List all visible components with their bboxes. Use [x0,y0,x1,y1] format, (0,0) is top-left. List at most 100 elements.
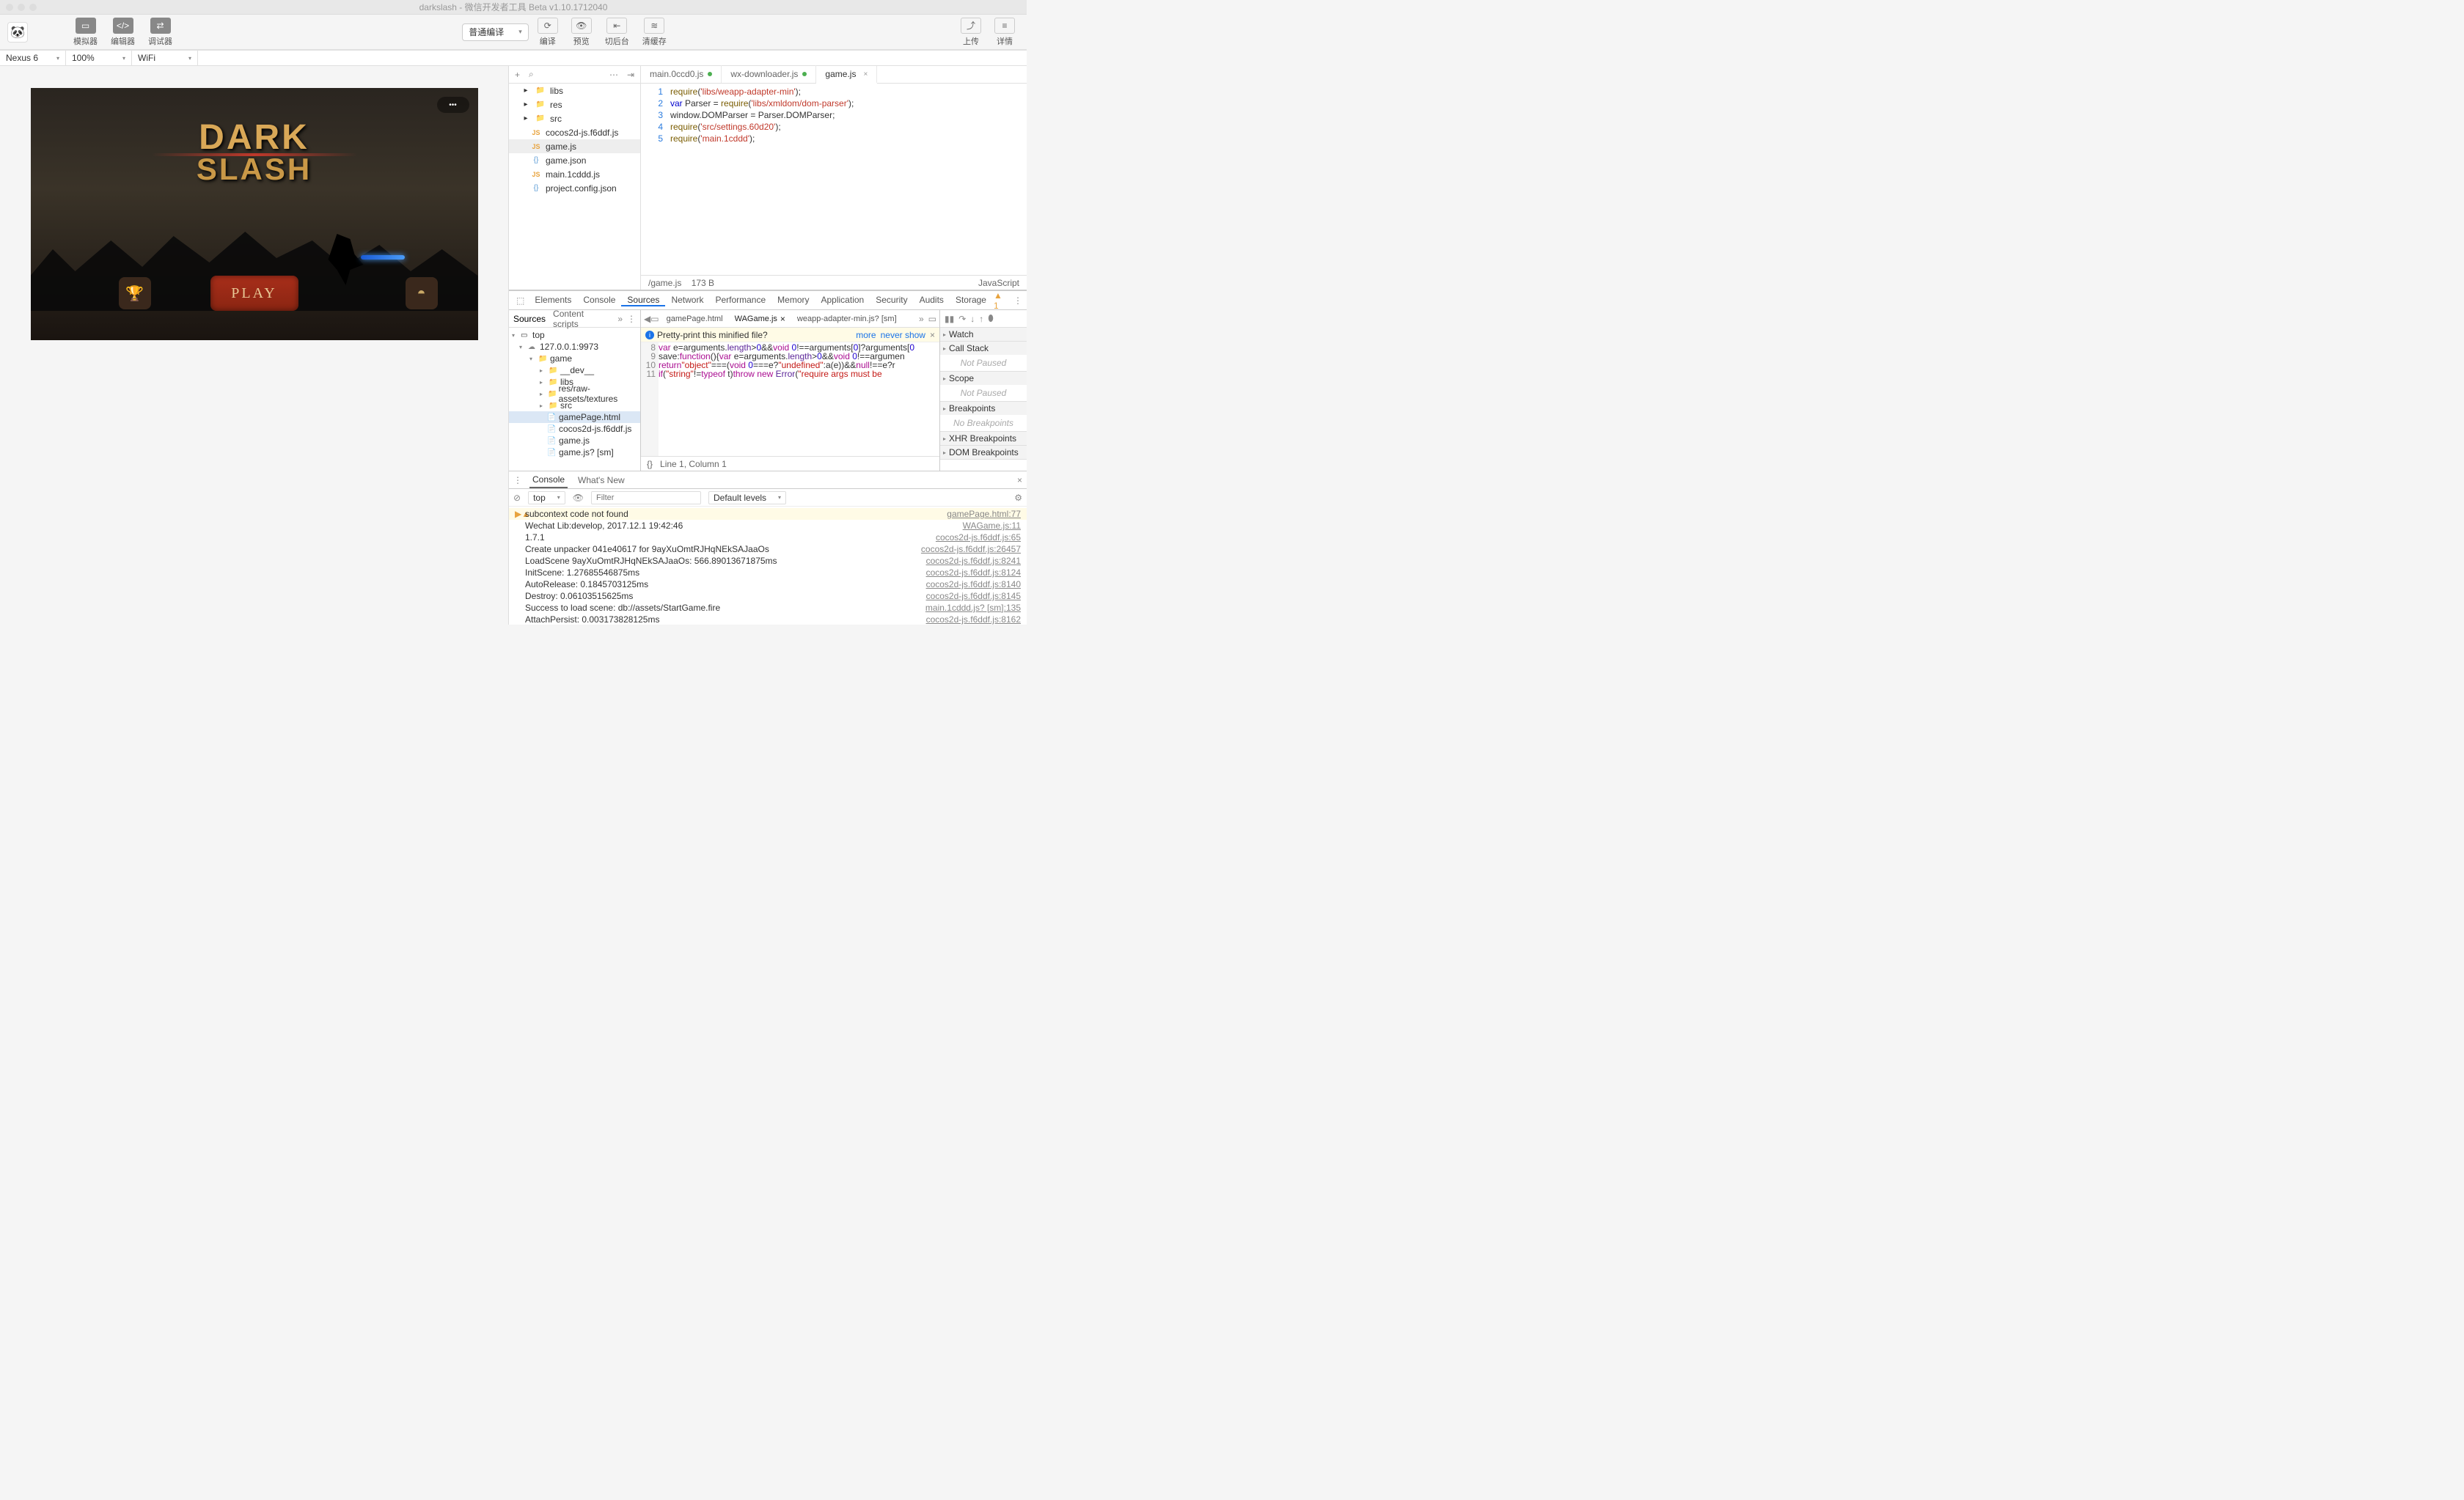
tree-file[interactable]: 📄gamePage.html [509,411,640,423]
devtools-tab-console[interactable]: Console [577,295,621,305]
log-row[interactable]: LoadScene 9ayXuOmtRJHqNEkSAJaaOs: 566.89… [509,555,1027,567]
maximize-dot[interactable] [29,4,37,11]
details-button[interactable]: ≡详情 [990,18,1019,47]
context-select[interactable]: top [528,491,565,504]
devtools-tab-audits[interactable]: Audits [914,295,950,305]
pretty-more-link[interactable]: more [856,330,876,340]
sources-tree[interactable]: ▾▭top ▾☁127.0.0.1:9973 ▾📁game ▸📁__dev__▸… [509,328,640,471]
compile-button[interactable]: ⟳编译 [533,18,562,47]
game-menu-button[interactable]: ••• [437,97,469,113]
collapse-icon[interactable]: ⇥ [627,70,634,80]
close-dot[interactable] [6,4,13,11]
step-over-icon[interactable]: ↷ [958,314,966,324]
source-file-tab[interactable]: gamePage.html [661,312,729,326]
background-button[interactable]: ⇤切后台 [601,18,634,47]
devtools-tab-elements[interactable]: Elements [529,295,577,305]
scope-section[interactable]: Scope [940,372,1027,385]
log-source-link[interactable]: main.1cddd.js? [sm]:135 [925,603,1021,613]
minimize-dot[interactable] [18,4,25,11]
devtools-tab-security[interactable]: Security [870,295,913,305]
eye-icon[interactable]: 👁 [573,493,584,503]
levels-select[interactable]: Default levels [708,491,786,504]
step-out-icon[interactable]: ↑ [979,314,983,324]
watch-section[interactable]: Watch [940,328,1027,341]
game-screen[interactable]: DARK SLASH PLAY 🏆 ◓ ••• [31,88,478,340]
trophy-button[interactable]: 🏆 [119,277,151,309]
more-icon[interactable]: ⋯ [609,70,618,80]
log-row[interactable]: AutoRelease: 0.1845703125mscocos2d-js.f6… [509,578,1027,590]
log-row[interactable]: Success to load scene: db://assets/Start… [509,602,1027,614]
compile-mode-select[interactable]: 普通编译 [462,23,529,41]
devtools-tab-performance[interactable]: Performance [709,295,771,305]
callstack-section[interactable]: Call Stack [940,342,1027,355]
log-source-link[interactable]: cocos2d-js.f6ddf.js:65 [936,532,1021,543]
zoom-select[interactable]: 100% [66,51,132,65]
tree-file[interactable]: 📄game.js? [sm] [509,446,640,458]
log-source-link[interactable]: cocos2d-js.f6ddf.js:8241 [926,556,1021,566]
close-icon[interactable]: × [930,330,935,340]
log-source-link[interactable]: gamePage.html:77 [947,509,1021,519]
app-logo[interactable]: 🐼 [7,22,28,43]
shield-button[interactable]: ◓ [406,277,438,309]
log-row[interactable]: Destroy: 0.06103515625mscocos2d-js.f6ddf… [509,590,1027,602]
editor-tab[interactable]: game.js× [816,66,877,84]
tree-file[interactable]: 📄game.js [509,435,640,446]
breakpoints-section[interactable]: Breakpoints [940,402,1027,415]
step-into-icon[interactable]: ↓ [970,314,975,324]
inspect-icon[interactable]: ⬚ [513,295,527,306]
preview-button[interactable]: 👁预览 [567,18,596,47]
log-source-link[interactable]: cocos2d-js.f6ddf.js:8124 [926,567,1021,578]
log-row[interactable]: Create unpacker 041e40617 for 9ayXuOmtRJ… [509,543,1027,555]
debugger-button[interactable]: ⇄调试器 [144,18,177,47]
chevron-icon[interactable]: » [919,314,924,324]
devtools-more-icon[interactable]: ⋮ [1013,295,1022,306]
console-log[interactable]: ▶▲subcontext code not foundgamePage.html… [509,507,1027,625]
device-select[interactable]: Nexus 6 [0,51,66,65]
log-source-link[interactable]: cocos2d-js.f6ddf.js:26457 [921,544,1021,554]
folder-item[interactable]: ▸📁libs [509,84,640,98]
dom-breakpoints-section[interactable]: DOM Breakpoints [940,446,1027,459]
log-row[interactable]: 1.7.1cocos2d-js.f6ddf.js:65 [509,532,1027,543]
add-file-icon[interactable]: + [515,70,520,80]
close-icon[interactable]: × [1017,475,1022,485]
close-icon[interactable]: × [863,70,868,78]
sources-code[interactable]: 891011 var e=arguments.length>0&&void 0!… [641,342,939,456]
simulator-button[interactable]: ▭模拟器 [69,18,102,47]
file-item[interactable]: {}project.config.json [509,181,640,195]
chevron-icon[interactable]: » [617,314,623,324]
upload-button[interactable]: ⤴上传 [956,18,986,47]
sources-subtab[interactable]: Sources [513,314,546,324]
log-source-link[interactable]: cocos2d-js.f6ddf.js:8162 [926,614,1021,625]
content-scripts-subtab[interactable]: Content scripts [553,309,610,329]
devtools-tab-application[interactable]: Application [815,295,870,305]
log-row[interactable]: ▶▲subcontext code not foundgamePage.html… [509,508,1027,520]
log-row[interactable]: AttachPersist: 0.003173828125mscocos2d-j… [509,614,1027,625]
log-source-link[interactable]: WAGame.js:11 [963,521,1021,531]
clear-cache-button[interactable]: ≋清缓存 [638,18,671,47]
log-source-link[interactable]: cocos2d-js.f6ddf.js:8145 [926,591,1021,601]
log-source-link[interactable]: cocos2d-js.f6ddf.js:8140 [926,579,1021,589]
xhr-breakpoints-section[interactable]: XHR Breakpoints [940,432,1027,445]
search-icon[interactable]: ⌕ [529,69,534,80]
deactivate-icon[interactable]: ⬮ [988,313,994,324]
devtools-tab-network[interactable]: Network [665,295,709,305]
devtools-tab-sources[interactable]: Sources [621,295,665,306]
window-controls[interactable] [6,4,37,11]
nav-back-icon[interactable]: ◀▭ [644,314,659,324]
log-row[interactable]: Wechat Lib:develop, 2017.12.1 19:42:46WA… [509,520,1027,532]
devtools-tab-memory[interactable]: Memory [771,295,815,305]
more-icon[interactable]: ⋮ [627,314,636,324]
network-select[interactable]: WiFi [132,51,198,65]
close-icon[interactable]: × [780,314,785,324]
file-item[interactable]: {}game.json [509,153,640,167]
devtools-tab-storage[interactable]: Storage [950,295,992,305]
editor-tab[interactable]: main.0ccd0.js [641,65,722,83]
tree-folder[interactable]: ▸📁__dev__ [509,364,640,376]
gear-icon[interactable]: ⚙ [1014,493,1022,503]
filter-input[interactable] [591,491,701,504]
folder-item[interactable]: ▸📁res [509,98,640,111]
pretty-never-link[interactable]: never show [881,330,925,340]
editor-tab[interactable]: wx-downloader.js [722,65,816,83]
folder-item[interactable]: ▸📁src [509,111,640,125]
source-file-tab[interactable]: weapp-adapter-min.js? [sm] [791,312,903,326]
